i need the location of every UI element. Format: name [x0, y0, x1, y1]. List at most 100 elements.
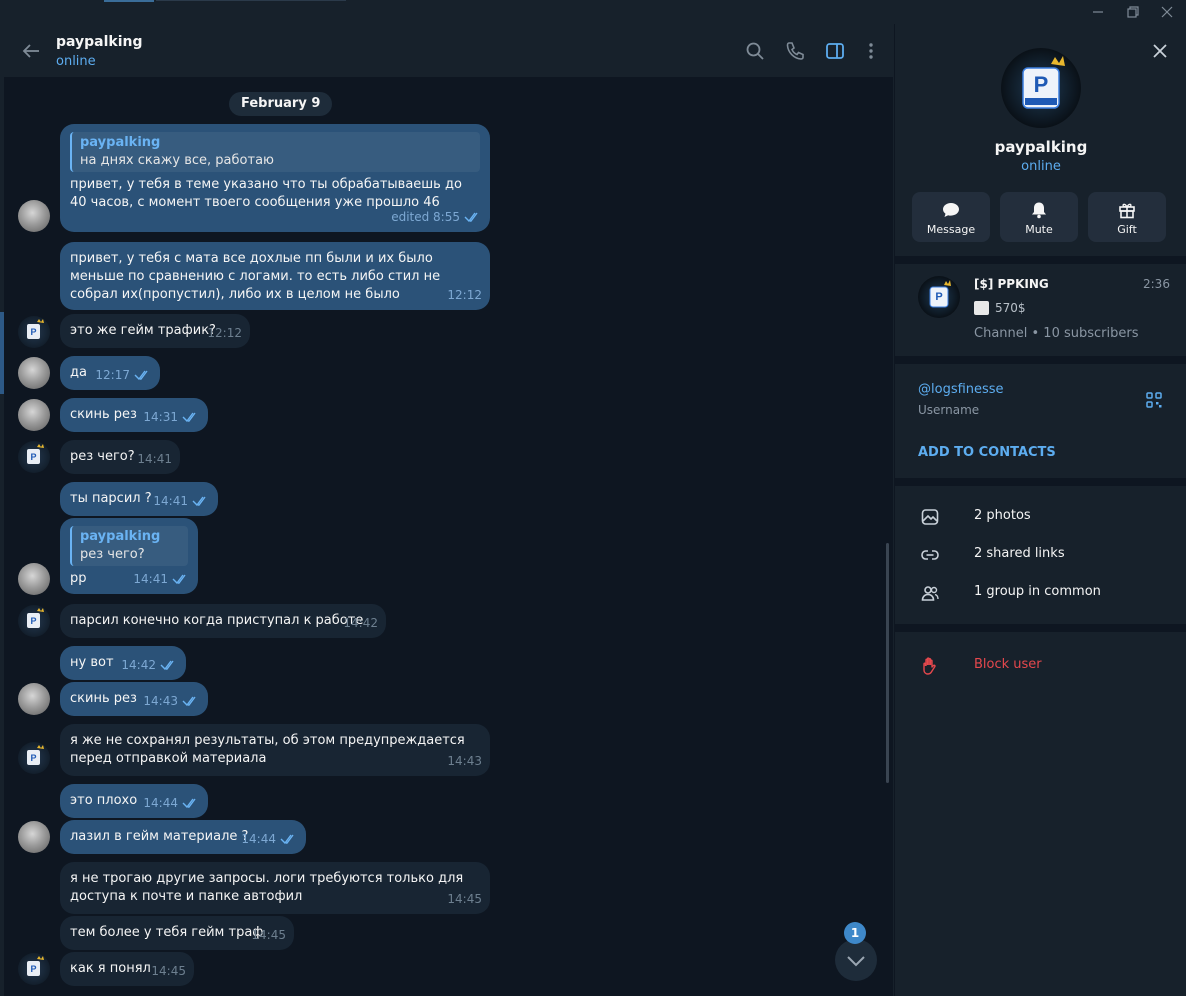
more-vertical-icon[interactable] — [860, 40, 882, 62]
add-to-contacts-button[interactable]: ADD TO CONTACTS — [918, 445, 1056, 460]
sidebar-toggle-icon[interactable] — [824, 40, 846, 62]
phone-icon[interactable] — [784, 40, 806, 62]
profile-avatar[interactable]: P — [1001, 48, 1081, 128]
message-bubble[interactable]: это же гейм трафик? 12:12 — [60, 314, 250, 348]
svg-text:P: P — [30, 616, 36, 626]
avatar[interactable] — [18, 399, 50, 431]
group-icon — [921, 586, 939, 601]
profile-panel: P paypalking online Message Mute Gift P … — [894, 24, 1186, 996]
section-divider — [895, 356, 1186, 364]
profile-name: paypalking — [994, 138, 1088, 156]
message-time: 14:41 — [137, 452, 172, 466]
message-bubble[interactable]: я не трогаю другие запросы. логи требуют… — [60, 862, 490, 914]
message-bubble[interactable]: это плохо 14:44 — [60, 784, 208, 818]
avatar[interactable]: P — [18, 953, 50, 985]
message-meta: 14:43 — [143, 692, 200, 710]
media-links-row[interactable]: 2 shared links — [895, 536, 1186, 574]
mute-button[interactable]: Mute — [1000, 192, 1078, 242]
message-time: 14:41 — [133, 572, 168, 586]
message-bubble[interactable]: да 12:17 — [60, 356, 160, 390]
message-meta: 14:41 — [153, 492, 210, 510]
message-bubble[interactable]: paypalking на днях скажу все, работаю пр… — [60, 124, 490, 232]
avatar[interactable] — [18, 821, 50, 853]
scrollbar[interactable] — [886, 543, 889, 783]
double-check-icon — [280, 834, 294, 845]
reply-quote[interactable]: paypalking на днях скажу все, работаю — [70, 132, 480, 172]
message-bubble[interactable]: привет, у тебя с мата все дохлые пп были… — [60, 242, 490, 310]
close-panel-icon[interactable] — [1151, 42, 1169, 60]
username-link[interactable]: @logsfinesse — [918, 382, 1004, 397]
message-list[interactable]: February 9 paypalking на днях скажу все,… — [4, 78, 893, 996]
date-separator: February 9 — [229, 92, 333, 116]
message-meta: 14:43 — [447, 752, 482, 770]
message-meta: 14:42 — [121, 656, 178, 674]
gift-icon — [1119, 203, 1135, 219]
close-icon[interactable] — [1159, 4, 1175, 20]
message-time: 14:42 — [343, 616, 378, 630]
message-meta: 14:44 — [241, 830, 298, 848]
groups-in-common-row[interactable]: 1 group in common — [895, 574, 1186, 612]
reply-quote[interactable]: paypalking рез чего? — [70, 526, 188, 566]
channel-time: 2:36 — [1143, 277, 1170, 291]
avatar[interactable] — [18, 200, 50, 232]
message-text: лазил в гейм материале ? — [70, 829, 249, 844]
avatar[interactable] — [18, 683, 50, 715]
message-text: да — [70, 365, 87, 380]
restore-icon[interactable] — [1125, 4, 1141, 20]
message-bubble[interactable]: лазил в гейм материале ? 14:44 — [60, 820, 306, 854]
message-time: 14:45 — [447, 892, 482, 906]
double-check-icon — [160, 660, 174, 671]
reply-text: рез чего? — [80, 547, 145, 562]
avatar[interactable]: P — [18, 316, 50, 348]
message-bubble[interactable]: ты парсил ? 14:41 — [60, 482, 218, 516]
qr-code-icon[interactable] — [1145, 391, 1163, 409]
message-bubble[interactable]: скинь рез 14:31 — [60, 398, 208, 432]
message-bubble[interactable]: paypalking рез чего? рр 14:41 — [60, 518, 198, 594]
link-icon — [921, 550, 939, 560]
avatar[interactable]: P — [18, 605, 50, 637]
message-meta: 14:31 — [143, 408, 200, 426]
message-time: 12:17 — [95, 368, 130, 382]
channel-avatar[interactable]: P — [918, 276, 960, 318]
double-check-icon — [192, 496, 206, 507]
tab-divider — [156, 0, 346, 1]
double-check-icon — [182, 696, 196, 707]
chat-status: online — [56, 54, 96, 69]
message-bubble[interactable]: тем более у тебя гейм траф 14:45 — [60, 916, 294, 950]
telegram-window: paypalking online February 9 paypalking … — [0, 0, 1186, 996]
avatar[interactable] — [18, 563, 50, 595]
search-icon[interactable] — [744, 40, 766, 62]
message-bubble[interactable]: рез чего? 14:41 — [60, 440, 180, 474]
double-check-icon — [182, 798, 196, 809]
reply-text: на днях скажу все, работаю — [80, 153, 274, 168]
media-photos-row[interactable]: 2 photos — [895, 498, 1186, 536]
message-text: тем более у тебя гейм траф — [70, 925, 264, 940]
message-bubble[interactable]: парсил конечно когда приступал к работе … — [60, 604, 386, 638]
gift-button[interactable]: Gift — [1088, 192, 1166, 242]
avatar[interactable]: P — [18, 742, 50, 774]
block-user-button[interactable]: Block user — [895, 647, 1186, 685]
message-time: 14:42 — [121, 658, 156, 672]
svg-text:P: P — [1034, 72, 1049, 97]
message-bubble[interactable]: ну вот 14:42 — [60, 646, 186, 680]
avatar[interactable] — [18, 357, 50, 389]
message-time: 14:31 — [143, 410, 178, 424]
message-text: скинь рез — [70, 691, 137, 706]
message-text: я не трогаю другие запросы. логи требуют… — [70, 871, 468, 904]
message-bubble[interactable]: скинь рез 14:43 — [60, 682, 208, 716]
message-text: я же не сохранял результаты, об этом пре… — [70, 733, 469, 766]
message-text: это плохо — [70, 793, 138, 808]
message-button[interactable]: Message — [912, 192, 990, 242]
channel-title[interactable]: [$] PPKING — [974, 277, 1049, 291]
unread-count-badge: 1 — [844, 922, 866, 944]
active-tab-indicator — [104, 0, 154, 2]
message-button-label: Message — [926, 223, 976, 236]
minimize-icon[interactable] — [1090, 4, 1106, 20]
message-bubble[interactable]: я же не сохранял результаты, об этом пре… — [60, 724, 490, 776]
message-meta: 12:12 — [447, 286, 482, 304]
chat-title[interactable]: paypalking — [56, 34, 143, 50]
message-bubble[interactable]: как я понял 14:45 — [60, 952, 194, 986]
avatar[interactable]: P — [18, 441, 50, 473]
back-arrow-icon[interactable] — [20, 40, 42, 62]
scroll-down-button[interactable] — [835, 939, 877, 981]
